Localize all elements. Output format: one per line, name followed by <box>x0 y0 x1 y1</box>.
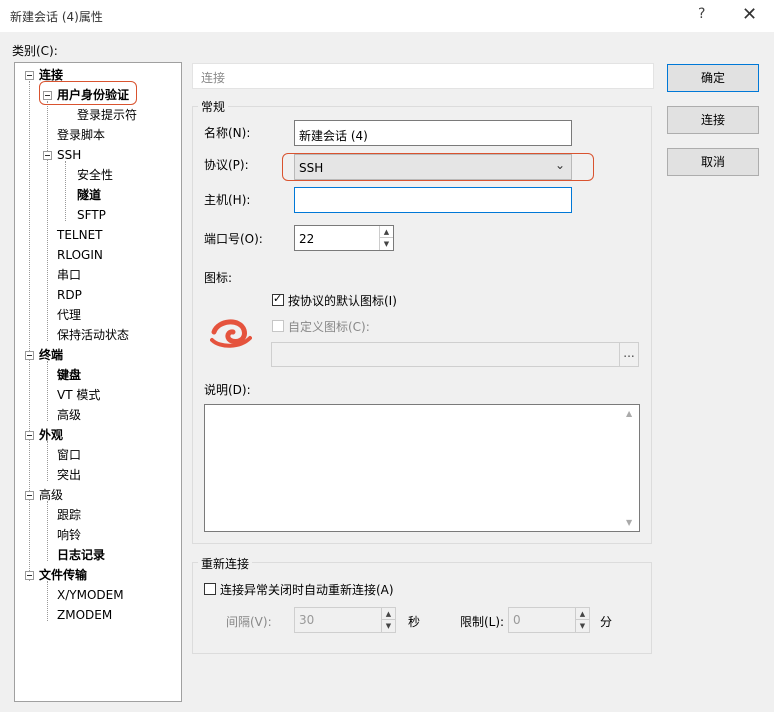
port-input[interactable]: 22 ▲ ▼ <box>294 225 394 251</box>
annotation-highlight-auth <box>39 81 137 105</box>
minutes-unit: 分 <box>600 615 613 629</box>
default-icon-label: 按协议的默认图标(I) <box>288 294 397 308</box>
cancel-button[interactable]: 取消 <box>667 148 759 176</box>
tree-item-sftp[interactable]: SFTP <box>77 207 106 223</box>
connect-button[interactable]: 连接 <box>667 106 759 134</box>
category-label: 类别(C): <box>12 44 58 58</box>
host-label: 主机(H): <box>204 193 251 207</box>
collapse-icon[interactable] <box>43 151 52 160</box>
tree-item-rlogin[interactable]: RLOGIN <box>57 247 103 263</box>
protocol-label: 协议(P): <box>204 158 249 172</box>
seconds-unit: 秒 <box>408 615 421 629</box>
collapse-icon[interactable] <box>25 351 34 360</box>
help-button[interactable]: ? <box>698 6 705 22</box>
close-button[interactable]: ✕ <box>742 4 757 25</box>
collapse-icon[interactable] <box>25 71 34 80</box>
tree-item-proxy[interactable]: 代理 <box>57 307 81 323</box>
tree-item-file-transfer[interactable]: 文件传输 <box>39 567 87 583</box>
tree-item-logging[interactable]: 日志记录 <box>57 547 105 563</box>
icon-label: 图标: <box>204 271 233 285</box>
tree-item-terminal-advanced[interactable]: 高级 <box>57 407 81 423</box>
host-input[interactable] <box>294 187 572 213</box>
collapse-icon[interactable] <box>25 571 34 580</box>
general-group-label: 常规 <box>198 98 229 115</box>
session-icon <box>210 319 252 348</box>
custom-icon-path: ... <box>271 342 639 367</box>
limit-input[interactable]: 0 ▲ ▼ <box>508 607 590 633</box>
annotation-highlight-protocol <box>282 153 594 181</box>
collapse-icon[interactable] <box>25 491 34 500</box>
limit-spinner[interactable]: ▲ ▼ <box>575 608 589 632</box>
ok-button[interactable]: 确定 <box>667 64 759 92</box>
tree-item-login-script[interactable]: 登录脚本 <box>57 127 105 143</box>
limit-label: 限制(L): <box>460 615 505 629</box>
tree-item-zmodem[interactable]: ZMODEM <box>57 607 112 623</box>
name-value: 新建会话 (4) <box>299 129 368 143</box>
tree-item-appearance[interactable]: 外观 <box>39 427 63 443</box>
tree-item-login-prompt[interactable]: 登录提示符 <box>77 107 137 123</box>
interval-input[interactable]: 30 ▲ ▼ <box>294 607 396 633</box>
tree-item-tunnel[interactable]: 隧道 <box>77 187 101 203</box>
tree-item-window[interactable]: 窗口 <box>57 447 81 463</box>
custom-icon-checkbox[interactable] <box>272 320 284 332</box>
name-input[interactable]: 新建会话 (4) <box>294 120 572 146</box>
tree-item-highlight[interactable]: 突出 <box>57 467 81 483</box>
tree-item-trace[interactable]: 跟踪 <box>57 507 81 523</box>
port-value: 22 <box>299 232 315 246</box>
window-title: 新建会话 (4)属性 <box>10 10 103 24</box>
description-textarea[interactable]: ▲ ▼ <box>204 404 640 532</box>
port-label: 端口号(O): <box>204 232 263 246</box>
auto-reconnect-checkbox[interactable] <box>204 583 216 595</box>
tree-item-ssh[interactable]: SSH <box>57 147 81 163</box>
description-label: 说明(D): <box>204 383 251 397</box>
reconnect-group-label: 重新连接 <box>198 555 253 572</box>
category-tree[interactable]: 连接 用户身份验证 登录提示符 登录脚本 SSH 安全性 隧道 SFTP TEL… <box>14 62 182 702</box>
panel-header: 连接 <box>192 63 654 89</box>
description-scrollbar[interactable]: ▲ ▼ <box>623 405 639 531</box>
tree-item-serial[interactable]: 串口 <box>57 267 81 283</box>
limit-value: 0 <box>513 613 521 627</box>
tree-item-telnet[interactable]: TELNET <box>57 227 103 243</box>
auto-reconnect-label: 连接异常关闭时自动重新连接(A) <box>220 583 394 597</box>
interval-label: 间隔(V): <box>226 615 272 629</box>
browse-button[interactable]: ... <box>619 343 638 366</box>
collapse-icon[interactable] <box>25 431 34 440</box>
title-bar <box>0 0 774 32</box>
tree-item-vt-mode[interactable]: VT 模式 <box>57 387 100 403</box>
tree-item-terminal[interactable]: 终端 <box>39 347 63 363</box>
port-spinner[interactable]: ▲ ▼ <box>379 226 393 250</box>
tree-item-bell[interactable]: 响铃 <box>57 527 81 543</box>
tree-item-rdp[interactable]: RDP <box>57 287 82 303</box>
tree-item-keyboard[interactable]: 键盘 <box>57 367 81 383</box>
interval-spinner[interactable]: ▲ ▼ <box>381 608 395 632</box>
panel-title: 连接 <box>201 71 226 85</box>
name-label: 名称(N): <box>204 126 251 140</box>
interval-value: 30 <box>299 613 315 627</box>
tree-item-xymodem[interactable]: X/YMODEM <box>57 587 124 603</box>
tree-item-advanced[interactable]: 高级 <box>39 487 63 503</box>
custom-icon-label: 自定义图标(C): <box>288 320 370 334</box>
tree-item-security[interactable]: 安全性 <box>77 167 113 183</box>
default-icon-checkbox[interactable] <box>272 292 284 306</box>
tree-item-keepalive[interactable]: 保持活动状态 <box>57 327 129 343</box>
